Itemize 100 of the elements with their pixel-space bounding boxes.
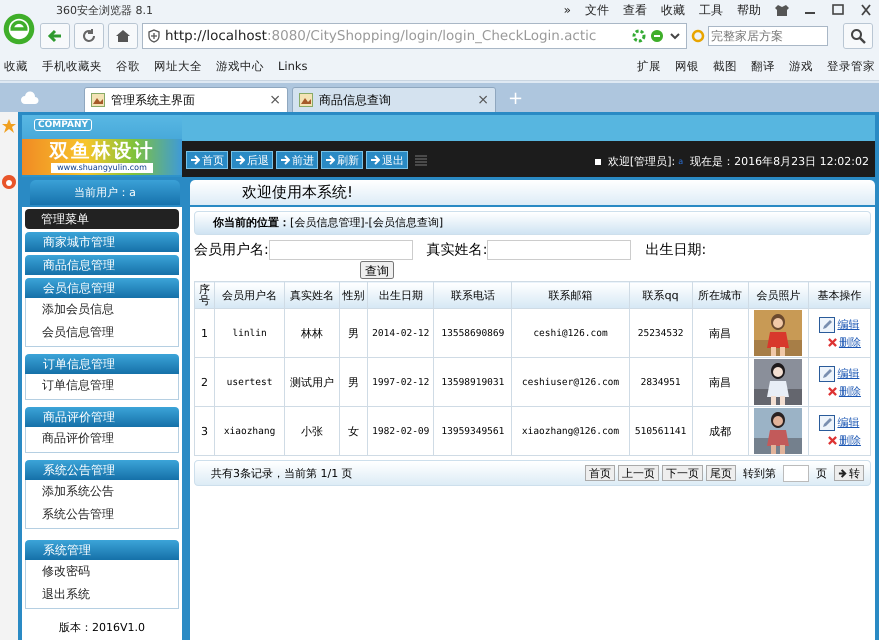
shield-icon[interactable]	[147, 29, 161, 43]
nav-button[interactable]: 刷新	[321, 151, 363, 169]
version-label: 版本：2016V1.0	[58, 620, 146, 635]
edit-link[interactable]: 编辑	[837, 366, 860, 381]
column-header: 出生日期	[368, 282, 434, 308]
menu-group-header[interactable]: 会员信息管理	[25, 278, 179, 298]
toolbar-link[interactable]: 网银	[675, 58, 699, 74]
arrow-icon	[235, 155, 245, 165]
delete-link[interactable]: 删除	[838, 384, 861, 398]
home-icon	[115, 28, 131, 44]
query-button[interactable]: 查询	[360, 261, 394, 279]
back-button[interactable]	[40, 23, 70, 49]
nav-button[interactable]: 首页	[186, 151, 228, 169]
maximize-icon[interactable]	[831, 4, 845, 16]
close-tab-button[interactable]: ×	[269, 92, 281, 108]
arrow-icon	[190, 155, 200, 165]
breadcrumb: 你当前的位置：[会员信息管理]-[会员信息查询]	[194, 211, 871, 235]
nav-button[interactable]: 退出	[366, 151, 408, 169]
menu-item[interactable]: 系统公告管理	[42, 506, 178, 523]
loading-icon[interactable]	[632, 29, 646, 43]
column-header: 真实姓名	[284, 282, 340, 308]
table-cell: 南昌	[692, 308, 748, 358]
browser-logo-icon	[2, 12, 36, 46]
menu-item[interactable]: 会员信息管理	[42, 324, 178, 341]
toolbar-link[interactable]: 翻译	[751, 58, 775, 74]
menu-item[interactable]: 添加会员信息	[42, 301, 178, 318]
column-header: 序号	[194, 282, 215, 308]
field-label: 会员用户名:	[194, 241, 269, 259]
page-button[interactable]: 下一页	[662, 465, 703, 481]
search-button[interactable]	[843, 23, 873, 49]
close-icon[interactable]	[859, 4, 873, 16]
menu-item[interactable]: 工具	[699, 2, 723, 18]
bookmark-link[interactable]: Links	[278, 58, 308, 74]
menu-item[interactable]: 添加系统公告	[42, 483, 178, 500]
table-cell: 510561141	[629, 406, 692, 456]
menu-group-header[interactable]: 商品评价管理	[25, 407, 179, 427]
table-cell: linlin	[214, 308, 285, 358]
page-button[interactable]: 上一页	[618, 465, 659, 481]
welcome-banner: 欢迎使用本系统!	[190, 180, 875, 205]
toolbar-link[interactable]: 游戏	[789, 58, 813, 74]
input-field[interactable]	[268, 240, 413, 260]
menu-group-header[interactable]: 系统管理	[25, 540, 179, 560]
nav-button[interactable]: 后退	[231, 151, 273, 169]
menu-group-header[interactable]: 商品信息管理	[25, 255, 179, 275]
menu-item[interactable]: 查看	[623, 2, 647, 18]
table-cell: 2014-02-12	[368, 308, 434, 358]
menu-item[interactable]: 收藏	[661, 2, 685, 18]
picture-icon	[299, 93, 313, 107]
table-cell: 13558690869	[434, 308, 512, 358]
edit-link[interactable]: 编辑	[837, 317, 860, 332]
menu-group-header[interactable]: 系统公告管理	[25, 460, 179, 480]
pencil-icon[interactable]	[819, 366, 836, 382]
delete-link[interactable]: 删除	[838, 432, 861, 448]
delete-link[interactable]: 删除	[838, 334, 861, 350]
bookmark-link[interactable]: 收藏	[4, 58, 28, 74]
menu-item[interactable]: »	[564, 3, 571, 17]
go-button[interactable]: 转	[834, 465, 864, 481]
page-input[interactable]	[783, 464, 809, 482]
table-cell: 1997-02-12	[368, 358, 434, 406]
menu-item[interactable]: 帮助	[737, 2, 761, 18]
arrow-icon	[838, 468, 847, 478]
close-tab-button[interactable]: ×	[477, 92, 489, 108]
table-cell: 成都	[692, 406, 748, 456]
menu-group-header[interactable]: 商家城市管理	[25, 232, 179, 252]
browser-tab[interactable]: 商品信息查询 ×	[292, 87, 496, 112]
toolbar-link[interactable]: 登录管家	[827, 58, 875, 74]
refresh-button[interactable]	[74, 23, 104, 49]
menu-item[interactable]: 文件	[585, 2, 609, 18]
pencil-icon[interactable]	[819, 414, 836, 430]
search-field[interactable]: 完整家居方案	[708, 26, 828, 46]
address-field[interactable]: http://localhost:8080/CityShopping/login/login_CheckLogin.actic	[142, 23, 687, 49]
toolbar-link[interactable]: 扩展	[637, 58, 661, 74]
nav-button[interactable]: 前进	[276, 151, 318, 169]
menu-item[interactable]: 修改密码	[42, 563, 178, 580]
company-label: COMPANY	[34, 119, 92, 131]
delete-icon[interactable]	[828, 436, 837, 444]
delete-icon[interactable]	[828, 386, 837, 396]
bookmark-link[interactable]: 游戏中心	[216, 58, 264, 74]
menu-item[interactable]: 退出系统	[42, 586, 178, 603]
shirt-icon[interactable]	[775, 4, 789, 16]
delete-icon[interactable]	[828, 338, 837, 346]
bookmark-link[interactable]: 网址大全	[154, 58, 202, 74]
arrow-icon	[370, 155, 380, 165]
pencil-icon[interactable]	[819, 316, 836, 332]
star-icon[interactable]	[1, 118, 17, 134]
page-button[interactable]: 首页	[585, 465, 615, 481]
toolbar-link[interactable]: 截图	[713, 58, 737, 74]
input-field[interactable]	[487, 240, 632, 260]
circle-icon[interactable]	[1, 174, 17, 190]
browser-tab[interactable]: 管理系统主界面 ×	[84, 87, 288, 112]
bookmark-link[interactable]: 谷歌	[116, 58, 140, 74]
page-button[interactable]: 尾页	[706, 465, 736, 481]
picture-icon	[91, 93, 105, 107]
menu-group-header[interactable]: 订单信息管理	[25, 354, 179, 374]
site-logo: 双鱼林设计 www.shuangyulin.com	[22, 139, 182, 175]
column-header: 会员用户名	[214, 282, 285, 308]
table-cell: 小张	[284, 406, 340, 456]
edit-link[interactable]: 编辑	[837, 415, 860, 430]
home-button[interactable]	[108, 23, 138, 49]
bookmark-link[interactable]: 手机收藏夹	[42, 58, 102, 74]
